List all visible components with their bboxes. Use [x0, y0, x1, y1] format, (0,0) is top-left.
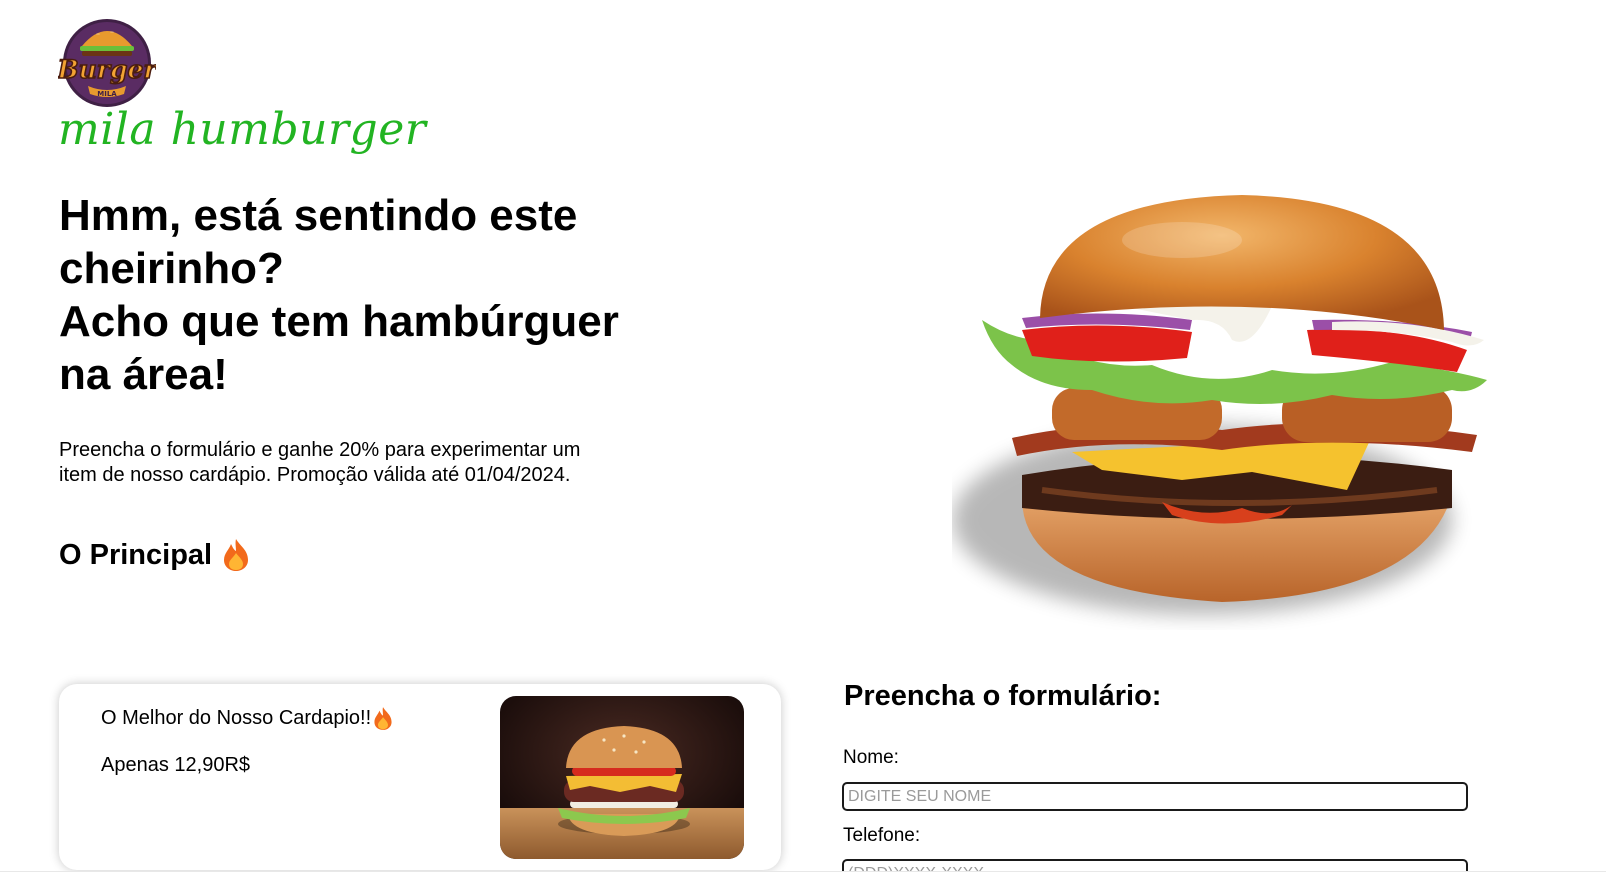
burger-photo-icon — [500, 696, 744, 859]
name-label: Nome: — [843, 747, 899, 768]
fire-icon — [374, 707, 392, 730]
form-title: Preencha o formulário: — [844, 680, 1162, 712]
phone-label: Telefone: — [843, 825, 921, 846]
headline-line-1: Hmm, está sentindo este cheirinho? — [59, 191, 578, 293]
section-title: O Principal — [59, 538, 250, 572]
name-input[interactable] — [842, 782, 1468, 811]
product-image — [500, 696, 744, 859]
brand-name: mila humburger — [58, 104, 427, 155]
viewport-bottom-edge — [0, 871, 1606, 895]
landing-page: Burger MILA mila humburger Hmm, está sen… — [0, 0, 1606, 895]
svg-text:Burger: Burger — [58, 55, 156, 84]
hero-headline: Hmm, está sentindo este cheirinho? Acho … — [59, 189, 659, 401]
product-title-text: O Melhor do Nosso Cardapio!! — [101, 707, 372, 729]
product-card[interactable]: O Melhor do Nosso Cardapio!! Apenas 12,9… — [59, 684, 781, 870]
product-price: Apenas 12,90R$ — [101, 754, 251, 776]
burger-logo-icon: Burger MILA — [56, 19, 159, 107]
hero-intro: Preencha o formulário e ganhe 20% para e… — [59, 439, 581, 486]
fire-icon — [224, 539, 249, 571]
headline-line-2: Acho que tem hambúrguer na área! — [59, 297, 619, 399]
product-title: O Melhor do Nosso Cardapio!! — [101, 706, 393, 731]
section-title-text: O Principal — [59, 538, 213, 571]
svg-text:MILA: MILA — [97, 90, 117, 98]
brand-logo[interactable]: Burger MILA — [56, 14, 159, 108]
hero-burger-image — [952, 190, 1497, 630]
burger-image — [952, 195, 1487, 615]
